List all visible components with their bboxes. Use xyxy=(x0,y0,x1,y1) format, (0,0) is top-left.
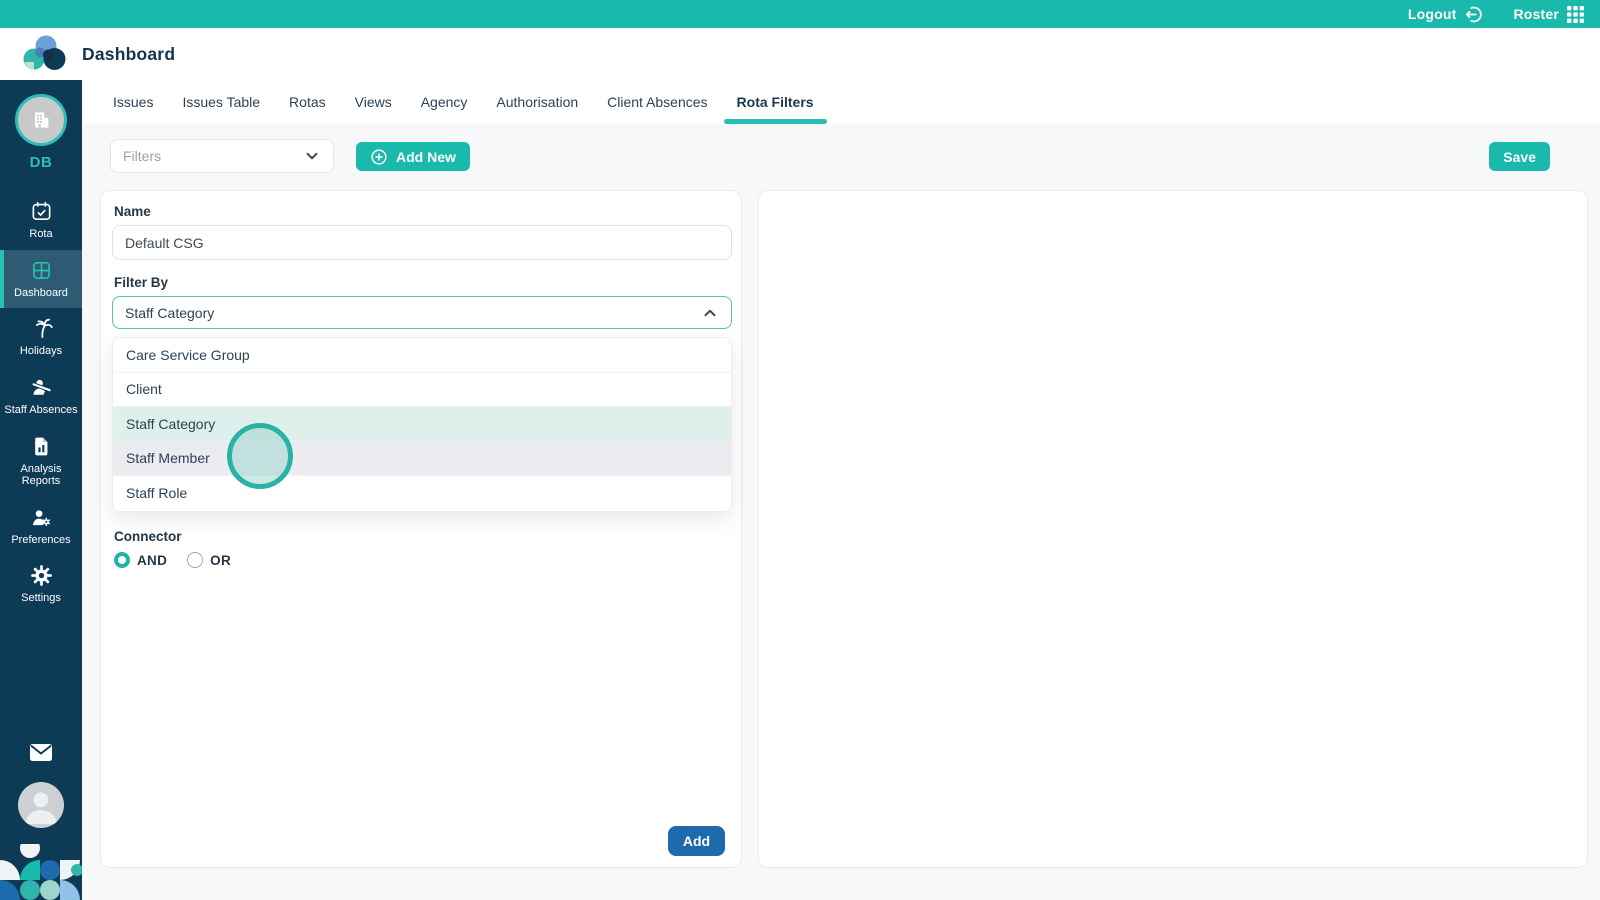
sidebar-item-holidays[interactable]: Holidays xyxy=(0,308,82,367)
apps-grid-icon xyxy=(1567,5,1584,23)
save-label: Save xyxy=(1503,148,1536,165)
mail-icon xyxy=(29,743,53,763)
add-new-button[interactable]: Add New xyxy=(356,142,470,171)
sidebar-item-label: Holidays xyxy=(19,345,63,358)
page-title: Dashboard xyxy=(82,44,176,64)
sidebar-item-dashboard[interactable]: Dashboard xyxy=(0,249,82,309)
calendar-check-icon xyxy=(30,200,53,223)
name-label: Name xyxy=(114,204,151,219)
building-icon xyxy=(28,107,54,133)
connector-and-label: AND xyxy=(137,552,168,568)
tab-bar: Issues Issues Table Rotas Views Agency A… xyxy=(82,80,1600,124)
sidebar-item-label: Preferences xyxy=(11,533,71,546)
company-avatar[interactable] xyxy=(15,94,67,146)
sidebar-item-settings[interactable]: Settings xyxy=(0,555,82,614)
connector-label: Connector xyxy=(114,529,182,544)
connector-group: Connector AND OR xyxy=(101,529,231,568)
gear-icon xyxy=(30,564,53,587)
sidebar-item-analysis-reports[interactable]: Analysis Reports xyxy=(0,426,82,497)
connector-or-label: OR xyxy=(210,552,232,568)
filters-select[interactable]: Filters xyxy=(110,139,334,173)
connector-radio-or[interactable]: OR xyxy=(187,552,231,568)
filters-placeholder: Filters xyxy=(123,148,162,164)
sidebar-item-staff-absences[interactable]: Staff Absences xyxy=(0,367,82,426)
logout-label: Logout xyxy=(1407,6,1457,22)
tab-authorisation[interactable]: Authorisation xyxy=(496,80,578,124)
sidebar-item-label: Settings xyxy=(21,592,61,605)
messages-button[interactable] xyxy=(0,743,82,763)
sidebar-item-label: Dashboard xyxy=(14,286,68,299)
tab-client-absences[interactable]: Client Absences xyxy=(607,80,707,124)
add-new-label: Add New xyxy=(396,148,456,165)
plus-circle-icon xyxy=(370,148,388,166)
sidebar-item-label: Rota xyxy=(29,228,53,240)
palm-tree-icon xyxy=(30,317,53,340)
save-button[interactable]: Save xyxy=(1489,142,1550,171)
app-logo xyxy=(20,33,67,81)
radio-unselected-icon xyxy=(187,552,204,568)
person-absent-icon xyxy=(30,376,53,399)
tab-rotas[interactable]: Rotas xyxy=(289,80,326,124)
filter-by-dropdown: Care Service Group Client Staff Category… xyxy=(112,337,732,512)
name-input[interactable] xyxy=(112,225,732,260)
roster-label: Roster xyxy=(1513,6,1559,22)
option-care-service-group[interactable]: Care Service Group xyxy=(113,338,731,373)
top-bar: Logout Roster xyxy=(0,0,1600,28)
tab-views[interactable]: Views xyxy=(355,80,392,124)
add-filter-button[interactable]: Add xyxy=(668,826,725,856)
report-chart-icon xyxy=(30,435,53,458)
sidebar-nav: Rota Dashboard Holidays Staff Absences A… xyxy=(0,191,82,614)
decorative-mosaic xyxy=(0,844,82,900)
roster-app-button[interactable]: Roster xyxy=(1513,5,1584,23)
rota-filter-form-panel: Name Filter By Staff Category Care Servi… xyxy=(100,190,742,868)
option-client[interactable]: Client xyxy=(113,372,731,407)
sidebar-item-preferences[interactable]: Preferences xyxy=(0,497,82,556)
option-staff-category[interactable]: Staff Category xyxy=(113,407,731,442)
tab-issues-table[interactable]: Issues Table xyxy=(182,80,260,124)
tab-agency[interactable]: Agency xyxy=(421,80,468,124)
logout-button[interactable]: Logout xyxy=(1408,5,1484,24)
connector-radio-and[interactable]: AND xyxy=(114,552,167,568)
tab-issues[interactable]: Issues xyxy=(113,80,153,124)
user-avatar[interactable] xyxy=(0,782,82,828)
sidebar-item-rota[interactable]: Rota xyxy=(0,191,82,250)
filter-results-panel xyxy=(758,190,1588,868)
logout-icon xyxy=(1464,5,1483,24)
person-gear-icon xyxy=(30,506,53,529)
filter-by-label: Filter By xyxy=(114,275,169,290)
tab-rota-filters[interactable]: Rota Filters xyxy=(723,80,827,124)
filter-by-select[interactable]: Staff Category xyxy=(112,296,732,329)
app-header: Dashboard xyxy=(0,28,1600,80)
filter-by-value: Staff Category xyxy=(125,304,215,321)
sidebar-item-label: Staff Absences xyxy=(4,403,78,416)
chevron-up-icon xyxy=(701,304,719,322)
radio-selected-icon xyxy=(114,552,130,568)
chevron-down-icon xyxy=(303,147,321,165)
user-initials: DB xyxy=(29,154,53,171)
dashboard-grid-icon xyxy=(30,259,53,282)
sidebar-item-label: Analysis Reports xyxy=(20,462,62,488)
option-staff-role[interactable]: Staff Role xyxy=(113,476,731,511)
option-staff-member[interactable]: Staff Member xyxy=(113,441,731,476)
sidebar: DB Rota Dashboard Holidays Staff Absence… xyxy=(0,80,82,900)
person-icon xyxy=(18,782,64,828)
